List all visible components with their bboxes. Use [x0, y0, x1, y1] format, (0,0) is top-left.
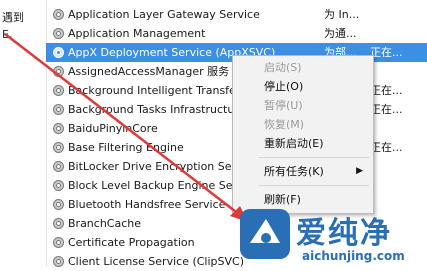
watermark-emblem-icon [240, 209, 290, 259]
watermark-brand: 爱纯净 [296, 216, 392, 251]
watermark-logo: 爱纯净 aichunjing.com [236, 205, 427, 266]
watermark-url: aichunjing.com [302, 249, 405, 263]
